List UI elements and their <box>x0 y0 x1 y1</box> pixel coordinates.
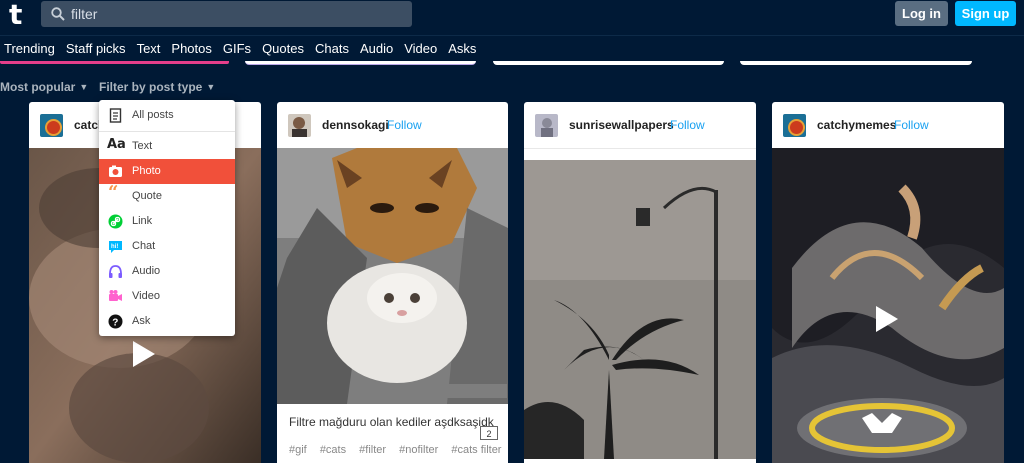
tab-video[interactable]: Video <box>399 37 443 61</box>
link-icon <box>108 214 123 229</box>
post-header: sunrisewallpapers Follow <box>524 102 756 148</box>
menu-item-photo[interactable]: Photo <box>99 159 235 184</box>
menu-item-label: Video <box>132 290 160 302</box>
svg-text:hi!: hi! <box>111 244 118 250</box>
avatar[interactable] <box>288 114 311 137</box>
menu-item-label: Ask <box>132 315 151 327</box>
tab-indicator-trending <box>0 61 229 64</box>
question-icon: ? <box>108 314 123 329</box>
follow-link[interactable]: Follow <box>387 118 422 132</box>
quote-icon: “ <box>108 182 119 203</box>
chevron-down-icon: ▼ <box>79 82 89 92</box>
menu-item-label: All posts <box>132 109 174 121</box>
tag-link[interactable]: #cats <box>320 444 346 456</box>
tab-quotes[interactable]: Quotes <box>257 37 310 61</box>
post-card[interactable]: sunrisewallpapers Follow <box>524 102 756 463</box>
signup-button[interactable]: Sign up <box>955 1 1016 26</box>
post-type-label: Filter by post type <box>99 80 203 94</box>
photo-image[interactable] <box>524 160 756 459</box>
post-header: dennsokagi Follow <box>277 102 508 148</box>
top-bar: t Log in Sign up <box>0 0 1024 36</box>
camera-icon <box>109 165 122 177</box>
sort-dropdown[interactable]: Most popular ▼ <box>0 80 88 94</box>
tab-gifs[interactable]: GIFs <box>218 37 257 61</box>
avatar[interactable] <box>783 114 806 137</box>
explore-tabs: Trending Staff picks Text Photos GIFs Qu… <box>0 37 1024 61</box>
photo-picture <box>524 160 756 459</box>
tag-link[interactable]: #filter <box>359 444 386 456</box>
text-icon: Aa <box>107 137 126 152</box>
tab-photos[interactable]: Photos <box>166 37 217 61</box>
tab-text[interactable]: Text <box>132 37 167 61</box>
video-thumbnail[interactable] <box>772 148 1004 463</box>
menu-item-label: Photo <box>132 165 161 177</box>
search-icon <box>51 7 65 21</box>
menu-item-ask[interactable]: ? Ask <box>99 309 235 334</box>
menu-item-label: Audio <box>132 265 161 277</box>
gif-picture <box>277 148 508 404</box>
search-input[interactable] <box>71 1 401 27</box>
post-type-dropdown[interactable]: Filter by post type ▼ <box>99 80 215 94</box>
video-camera-icon <box>109 290 122 301</box>
headphones-icon <box>109 265 122 278</box>
post-author[interactable]: catchymemes <box>817 118 896 132</box>
tumblr-logo[interactable]: t <box>9 1 22 29</box>
all-posts-icon <box>109 108 122 123</box>
post-type-menu: All posts Aa Text Photo “ Quote Link hi!… <box>99 100 235 336</box>
tag-link[interactable]: #cats filter <box>451 444 501 456</box>
tab-staff-picks[interactable]: Staff picks <box>61 37 132 61</box>
svg-text:?: ? <box>112 318 118 329</box>
play-icon[interactable] <box>876 306 898 332</box>
tab-chats[interactable]: Chats <box>310 37 355 61</box>
tag-link[interactable]: #gif <box>289 444 307 456</box>
tab-asks[interactable]: Asks <box>443 37 482 61</box>
play-icon[interactable] <box>133 341 155 367</box>
post-author[interactable]: dennsokagi <box>322 118 389 132</box>
chevron-down-icon: ▼ <box>206 82 216 92</box>
menu-item-link[interactable]: Link <box>99 209 235 234</box>
gif-image[interactable]: 2 <box>277 148 508 440</box>
column-indicator <box>493 61 724 65</box>
tab-audio[interactable]: Audio <box>355 37 399 61</box>
post-card[interactable]: dennsokagi Follow 2 Filtre mağduru olan … <box>277 102 508 463</box>
menu-item-label: Link <box>132 215 153 227</box>
post-caption: Filtre mağduru olan kediler aşdksaşidk <box>289 415 494 429</box>
menu-item-all-posts[interactable]: All posts <box>99 103 235 128</box>
menu-item-text[interactable]: Aa Text <box>99 134 235 159</box>
post-divider <box>524 148 756 160</box>
search-box[interactable] <box>41 1 412 27</box>
post-tags: #gif #cats #filter #nofilter #cats filte… <box>289 444 508 456</box>
column-indicator <box>245 61 476 65</box>
tab-trending[interactable]: Trending <box>0 37 61 61</box>
avatar[interactable] <box>40 114 63 137</box>
menu-item-video[interactable]: Video <box>99 284 235 309</box>
menu-item-chat[interactable]: hi! Chat <box>99 234 235 259</box>
menu-item-label: Text <box>132 140 153 152</box>
tag-link[interactable]: #nofilter <box>399 444 438 456</box>
menu-divider <box>99 131 235 132</box>
chat-icon: hi! <box>109 241 122 253</box>
menu-item-label: Quote <box>132 190 162 202</box>
menu-item-audio[interactable]: Audio <box>99 259 235 284</box>
follow-link[interactable]: Follow <box>894 118 929 132</box>
menu-item-label: Chat <box>132 240 156 252</box>
column-indicator <box>740 61 972 65</box>
sort-label: Most popular <box>0 80 76 94</box>
post-author[interactable]: sunrisewallpapers <box>569 118 674 132</box>
post-header: catchymemes Follow <box>772 102 1004 148</box>
login-button[interactable]: Log in <box>895 1 948 26</box>
avatar[interactable] <box>535 114 558 137</box>
post-card[interactable]: catchymemes Follow <box>772 102 1004 463</box>
menu-item-quote[interactable]: “ Quote <box>99 184 235 209</box>
follow-link[interactable]: Follow <box>670 118 705 132</box>
